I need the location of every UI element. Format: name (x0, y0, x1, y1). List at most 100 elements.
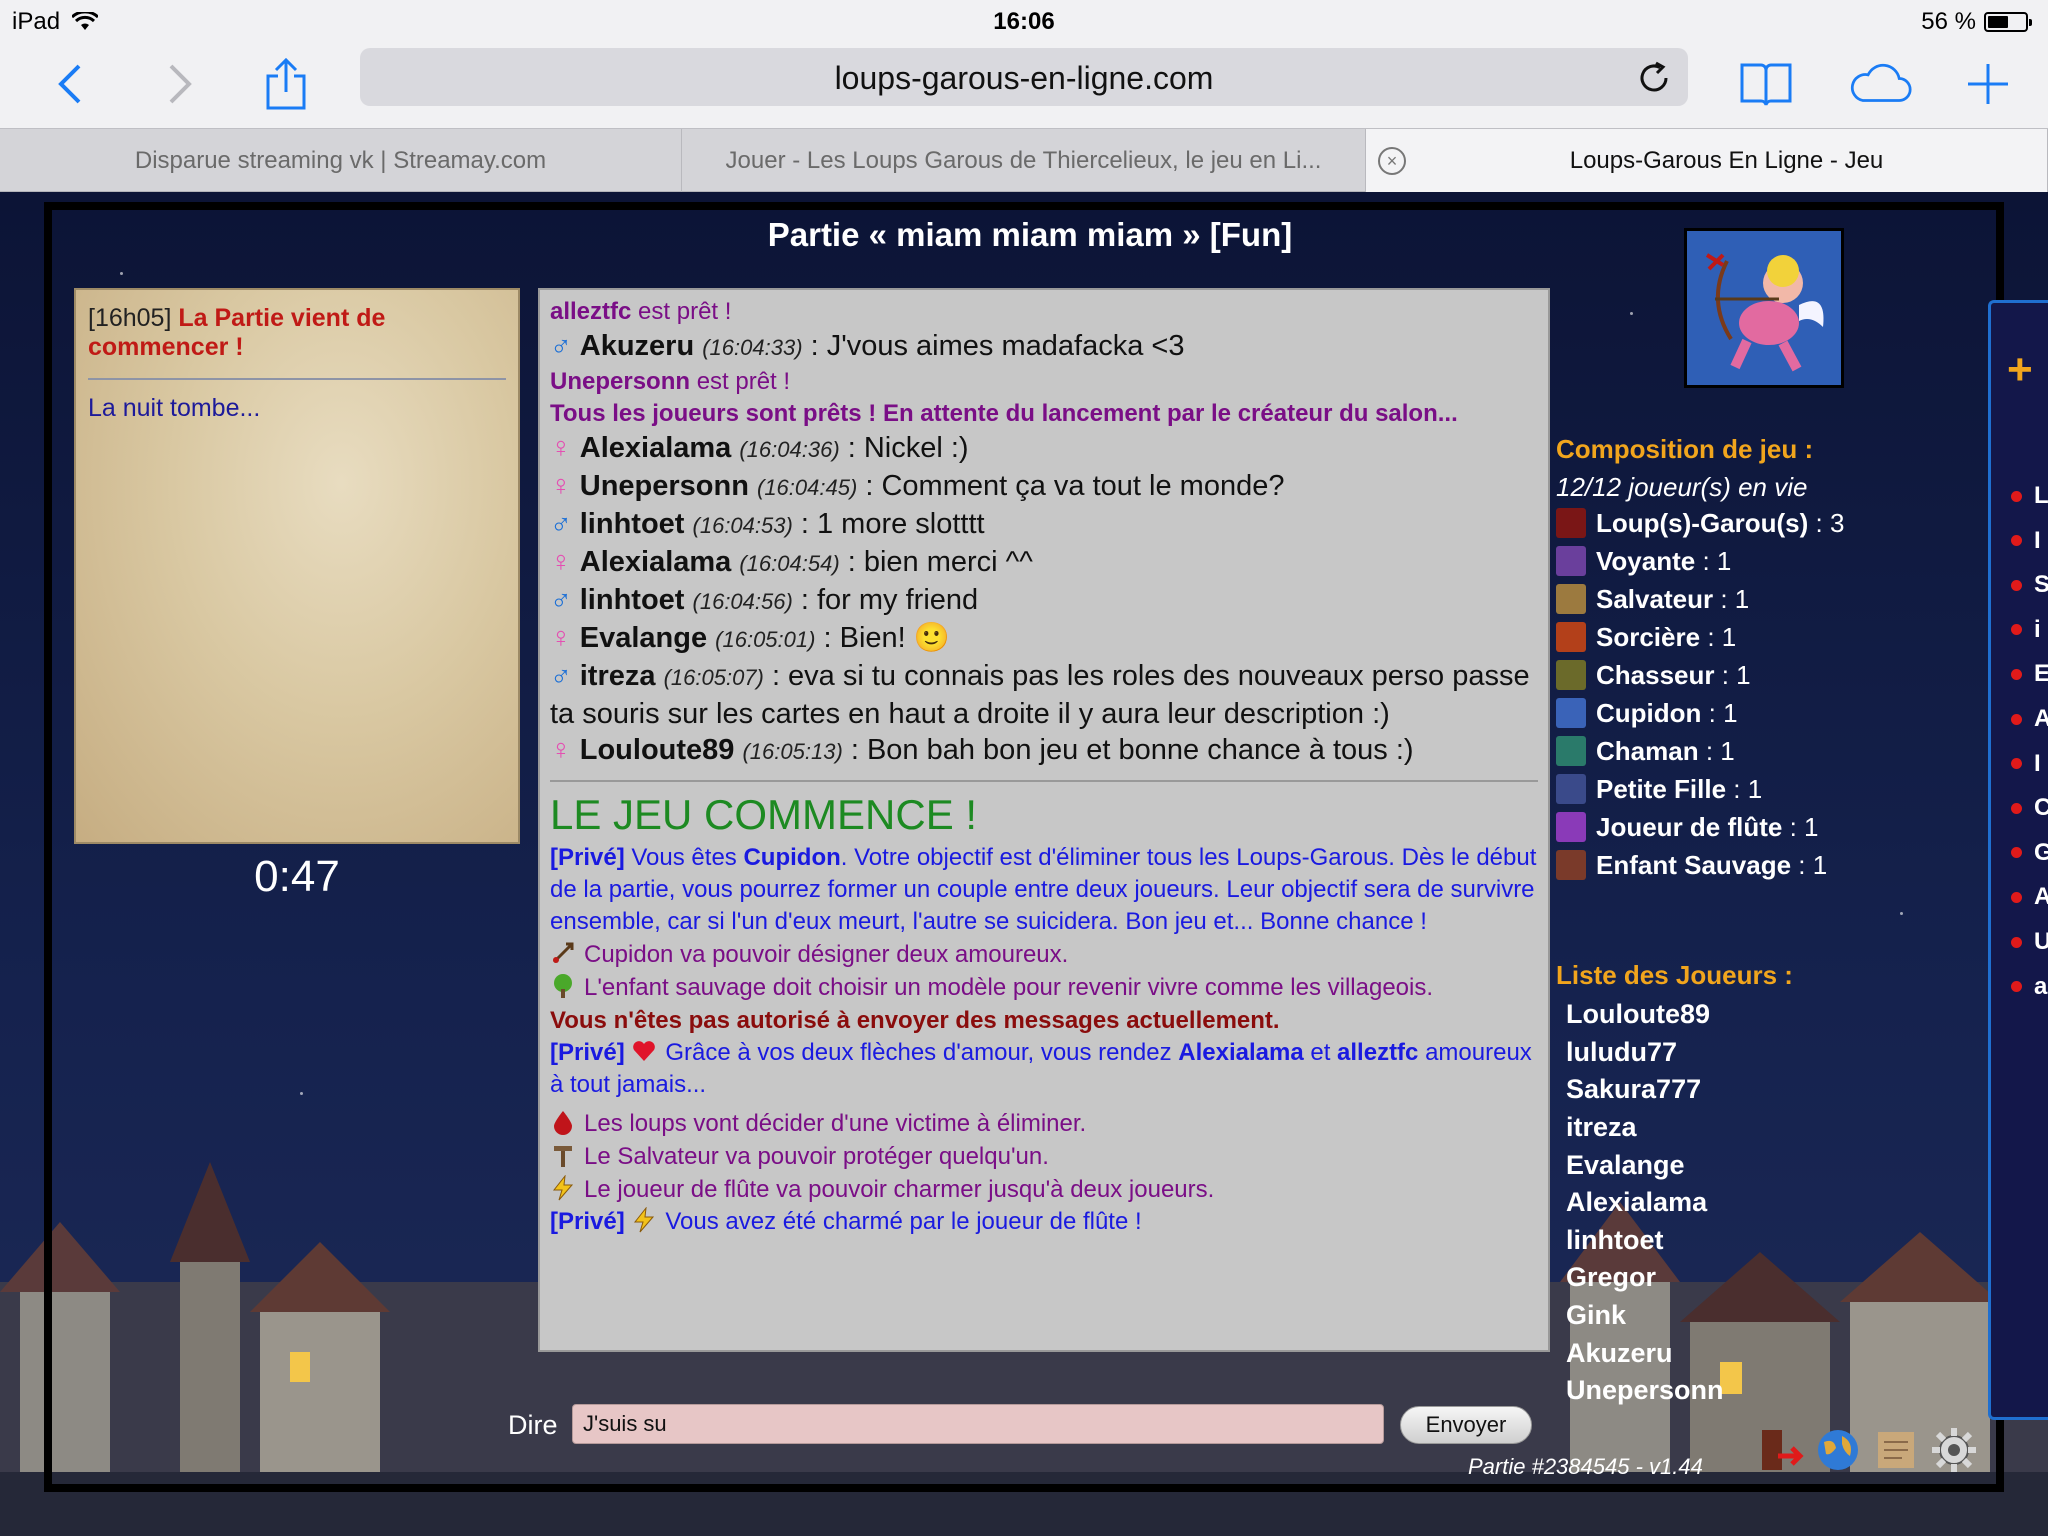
chat-message: ♀ Louloute89 (16:05:13) : Bon bah bon jeu… (550, 734, 1414, 766)
alive-count: 12/12 joueur(s) en vie (1556, 472, 1808, 502)
side-panel-item[interactable]: A (2011, 704, 2048, 734)
side-panel-item[interactable]: G (2011, 838, 2048, 868)
system-message: Cupidon va pouvoir désigner deux amoureu… (550, 938, 1538, 971)
book-icon (1740, 63, 1792, 106)
player-item[interactable]: Akuzeru (1566, 1334, 1866, 1372)
role-row[interactable]: Loup(s)-Garou(s) : 3 (1556, 504, 1956, 542)
cloud-tabs-button[interactable] (1848, 52, 1912, 116)
system-message: Le joueur de flûte va pouvoir charmer ju… (550, 1173, 1538, 1206)
male-icon: ♂ (550, 584, 572, 616)
cupid-role-icon (1556, 698, 1586, 728)
player-item[interactable]: Gregor (1566, 1259, 1866, 1297)
say-label: Dire (508, 1410, 558, 1440)
female-icon: ♀ (550, 734, 572, 766)
male-icon: ♂ (550, 330, 572, 362)
role-row[interactable]: Salvateur : 1 (1556, 580, 1956, 618)
player-item[interactable]: Sakura777 (1566, 1071, 1866, 1109)
close-tab-icon[interactable]: × (1378, 147, 1406, 175)
player-item[interactable]: luludu77 (1566, 1034, 1866, 1072)
battery-icon (1984, 12, 2032, 32)
address-bar[interactable]: loups-garous-en-ligne.com (360, 48, 1688, 106)
role-row[interactable]: Joueur de flûte : 1 (1556, 808, 1956, 846)
arrow-icon (552, 942, 574, 964)
side-panel-item[interactable]: L (2011, 481, 2048, 511)
chat-message: ♂ linhtoet (16:04:53) : 1 more slotttt (550, 508, 985, 540)
status-dot-icon (2011, 936, 2022, 948)
side-panel-item-label: G (2034, 838, 2048, 866)
side-panel-plus-icon[interactable]: + (2007, 345, 2033, 395)
tab-loups-garous[interactable]: Loups-Garous En Ligne - Jeu (1366, 129, 2048, 193)
footer-toolbar (1756, 1426, 1978, 1474)
side-panel-item[interactable]: i (2011, 615, 2041, 645)
send-button[interactable]: Envoyer (1400, 1406, 1532, 1444)
globe-icon[interactable] (1814, 1426, 1862, 1474)
side-panel-item[interactable]: U (2011, 927, 2048, 957)
status-bar: iPad 16:06 56 % (0, 0, 2048, 42)
tab-bar: Disparue streaming vk | Streamay.com Jou… (0, 128, 2048, 193)
reload-icon[interactable] (1636, 60, 1672, 96)
side-panel-item[interactable]: I (2011, 749, 2041, 779)
side-panel-item[interactable]: I (2011, 526, 2041, 556)
player-list: Louloute89 luludu77 Sakura777 itreza Eva… (1566, 996, 1866, 1410)
role-card-cupidon[interactable] (1684, 228, 1844, 388)
chat-log[interactable]: alleztfc est prêt ! ♂ Akuzeru (16:04:33) … (538, 288, 1550, 1352)
all-ready-message: Tous les joueurs sont prêts ! En attente… (550, 400, 1458, 427)
system-message: Les loups vont décider d'une victime à é… (550, 1107, 1538, 1140)
back-button[interactable] (38, 52, 102, 116)
share-icon (266, 58, 306, 110)
role-row[interactable]: Sorcière : 1 (1556, 618, 1956, 656)
player-item[interactable]: Gink (1566, 1297, 1866, 1335)
side-panel-item[interactable]: C (2011, 793, 2048, 823)
tab-streamay[interactable]: Disparue streaming vk | Streamay.com (0, 129, 682, 193)
side-panel[interactable]: + LISiEAICGAUa (1988, 300, 2048, 1420)
male-icon: ♂ (550, 660, 572, 692)
game-title: Partie « miam miam miam » [Fun] (767, 216, 1293, 253)
role-row[interactable]: Petite Fille : 1 (1556, 770, 1956, 808)
forward-button[interactable] (148, 52, 212, 116)
chat-message: ♀ Unepersonn (16:04:45) : Comment ça va t… (550, 470, 1285, 502)
player-item[interactable]: Alexialama (1566, 1184, 1866, 1222)
tab-jouer[interactable]: Jouer - Les Loups Garous de Thiercelieux… (682, 129, 1366, 193)
new-tab-button[interactable] (1956, 52, 2020, 116)
player-item[interactable]: Louloute89 (1566, 996, 1866, 1034)
side-panel-item-label: S (2034, 571, 2048, 599)
lightning-icon (552, 1175, 574, 1201)
player-item[interactable]: Evalange (1566, 1146, 1866, 1184)
chat-divider (550, 780, 1538, 782)
side-panel-item[interactable]: E (2011, 659, 2048, 689)
gear-icon[interactable] (1930, 1426, 1978, 1474)
composition-list: Loup(s)-Garou(s) : 3 Voyante : 1 Salvate… (1556, 504, 1956, 884)
player-item[interactable]: Unepersonn (1566, 1372, 1866, 1410)
side-panel-item[interactable]: S (2011, 570, 2048, 600)
cupid-icon (1687, 231, 1841, 385)
role-row[interactable]: Chaman : 1 (1556, 732, 1956, 770)
female-icon: ♀ (550, 470, 572, 502)
player-item[interactable]: linhtoet (1566, 1222, 1866, 1260)
role-row[interactable]: Cupidon : 1 (1556, 694, 1956, 732)
shaman-icon (1556, 736, 1586, 766)
chat-input[interactable] (572, 1404, 1384, 1444)
side-panel-item-label: A (2034, 705, 2048, 732)
role-row[interactable]: Chasseur : 1 (1556, 656, 1956, 694)
bookmarks-button[interactable] (1734, 52, 1798, 116)
status-dot-icon (2011, 535, 2022, 547)
side-panel-item[interactable]: a (2011, 972, 2047, 1002)
female-icon: ♀ (550, 546, 572, 578)
heart-icon (633, 1041, 656, 1061)
clock: 16:06 (993, 8, 1055, 35)
chat-message: ♂ linhtoet (16:04:56) : for my friend (550, 584, 979, 616)
side-panel-item[interactable]: A (2011, 882, 2048, 912)
game-version: Partie #2384545 - v1.44 (1468, 1454, 1703, 1479)
side-panel-item-label: I (2034, 749, 2041, 777)
role-row[interactable]: Enfant Sauvage : 1 (1556, 846, 1956, 884)
status-dot-icon (2011, 579, 2022, 591)
parchment-icon[interactable] (1872, 1426, 1920, 1474)
chat-message: ♀ Evalange (16:05:01) : Bien! 🙂 (550, 622, 950, 654)
role-row[interactable]: Voyante : 1 (1556, 542, 1956, 580)
status-dot-icon (2011, 713, 2022, 725)
male-icon: ♂ (550, 508, 572, 540)
side-panel-item-label: I (2034, 526, 2041, 554)
player-item[interactable]: itreza (1566, 1109, 1866, 1147)
share-button[interactable] (254, 52, 318, 116)
exit-door-icon[interactable] (1756, 1426, 1804, 1474)
